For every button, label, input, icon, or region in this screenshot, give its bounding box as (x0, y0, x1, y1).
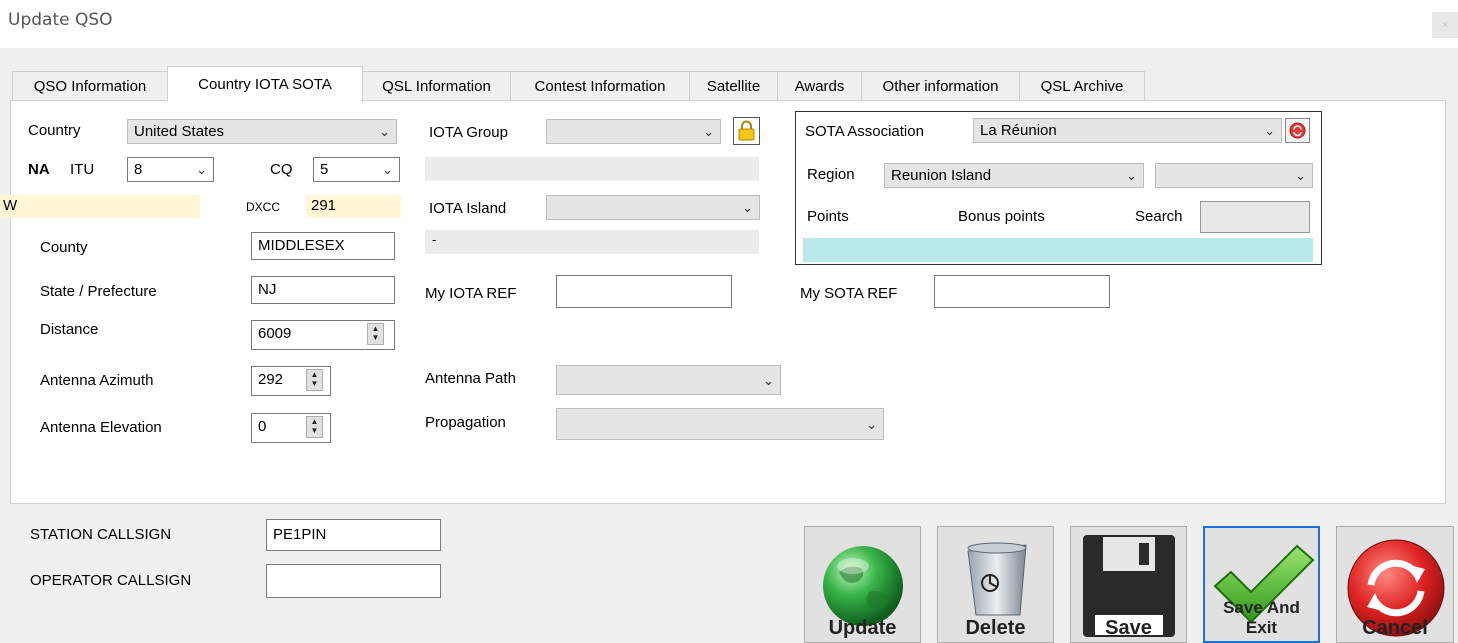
chevron-down-icon: ⌄ (866, 417, 877, 432)
prefix-value: W (3, 197, 18, 214)
elevation-value: 0 (258, 418, 267, 435)
chevron-down-icon: ⌄ (1295, 168, 1306, 183)
antenna-path-label: Antenna Path (425, 370, 516, 387)
my-iota-ref-input[interactable] (556, 275, 732, 308)
elevation-label: Antenna Elevation (40, 419, 162, 436)
close-button[interactable]: × (1432, 12, 1458, 38)
continent-value: NA (28, 161, 50, 178)
iota-island-select[interactable]: ⌄ (546, 195, 760, 220)
station-callsign-input[interactable]: PE1PIN (266, 519, 441, 551)
dxcc-value: 291 (311, 197, 337, 214)
tab-country-iota-sota[interactable]: Country IOTA SOTA (167, 66, 363, 102)
delete-button[interactable]: Delete (937, 526, 1054, 643)
azimuth-spin-buttons[interactable]: ▲ ▼ (306, 369, 323, 391)
azimuth-label: Antenna Azimuth (40, 372, 154, 389)
save-and-exit-label-line2: Exit (1245, 618, 1278, 637)
tab-qso-information[interactable]: QSO Information (12, 71, 168, 101)
dxcc-label: DXCC (246, 200, 281, 214)
distance-value: 6009 (258, 325, 292, 342)
sota-results-list[interactable] (803, 238, 1313, 262)
country-label: Country (28, 122, 81, 139)
sota-search-label: Search (1135, 208, 1183, 225)
iota-lock-button[interactable] (733, 117, 760, 145)
sota-points-label: Points (807, 208, 849, 225)
operator-callsign-label: OPERATOR CALLSIGN (30, 572, 192, 589)
update-button[interactable]: Update (804, 526, 921, 643)
sota-region-value: Reunion Island (891, 167, 992, 184)
recycle-bin-icon (967, 542, 1027, 616)
state-input[interactable]: NJ (251, 276, 395, 304)
county-label: County (40, 239, 88, 256)
distance-spin-buttons[interactable]: ▲ ▼ (367, 323, 384, 345)
tab-awards[interactable]: Awards (777, 71, 862, 101)
save-button-label: Save (1105, 617, 1152, 639)
iota-island-label: IOTA Island (429, 200, 507, 217)
cancel-button-label: Cancel (1362, 617, 1428, 639)
cancel-button[interactable]: Cancel (1336, 526, 1454, 643)
propagation-label: Propagation (425, 414, 506, 431)
iota-group-label: IOTA Group (429, 124, 508, 141)
prefix-field (0, 195, 200, 218)
chevron-down-icon: ⌄ (382, 162, 393, 177)
my-sota-ref-input[interactable] (934, 275, 1110, 308)
country-value: United States (134, 123, 225, 140)
red-clear-icon (1289, 122, 1306, 139)
my-iota-ref-label: My IOTA REF (425, 285, 517, 302)
tab-contest-information[interactable]: Contest Information (510, 71, 690, 101)
station-callsign-label: STATION CALLSIGN (30, 526, 172, 543)
country-select[interactable]: United States ⌄ (127, 119, 397, 144)
iota-group-select[interactable]: ⌄ (546, 119, 721, 144)
save-and-exit-label-line1: Save And (1223, 598, 1300, 617)
chevron-down-icon: ⌄ (763, 373, 774, 388)
state-label: State / Prefecture (40, 283, 157, 300)
padlock-icon (738, 120, 755, 141)
antenna-path-select[interactable]: ⌄ (556, 365, 781, 395)
chevron-down-icon: ⌄ (1264, 123, 1275, 138)
iota-group-description (425, 157, 759, 181)
elevation-spin-buttons[interactable]: ▲ ▼ (306, 416, 323, 438)
sota-bonus-points-label: Bonus points (958, 208, 1045, 225)
itu-select[interactable]: 8 ⌄ (127, 157, 214, 182)
cq-label: CQ (270, 161, 293, 178)
sota-search-input[interactable] (1200, 201, 1310, 233)
cq-value: 5 (320, 161, 329, 178)
window-title: Update QSO (8, 10, 113, 30)
sota-clear-button[interactable] (1285, 118, 1310, 143)
title-bar (0, 0, 1458, 48)
propagation-select[interactable]: ⌄ (556, 408, 884, 440)
sota-region-secondary-select[interactable]: ⌄ (1155, 163, 1313, 188)
county-input[interactable]: MIDDLESEX (251, 232, 395, 260)
my-sota-ref-label: My SOTA REF (800, 285, 898, 302)
chevron-down-icon: ⌄ (379, 124, 390, 139)
sota-association-value: La Réunion (980, 122, 1057, 139)
iota-island-description-field (425, 230, 759, 254)
save-button[interactable]: Save (1070, 526, 1187, 643)
sota-association-label: SOTA Association (805, 123, 924, 140)
tab-qsl-archive[interactable]: QSL Archive (1019, 71, 1145, 101)
sota-region-label: Region (807, 166, 855, 183)
chevron-down-icon: ⌄ (1126, 168, 1137, 183)
chevron-down-icon: ⌄ (196, 162, 207, 177)
iota-island-description: - (432, 232, 437, 247)
chevron-down-icon: ⌄ (703, 124, 714, 139)
operator-callsign-input[interactable] (266, 564, 441, 598)
sota-association-select[interactable]: La Réunion ⌄ (973, 118, 1282, 143)
distance-label: Distance (40, 321, 99, 338)
itu-value: 8 (134, 161, 143, 178)
itu-label: ITU (70, 161, 95, 178)
tab-qsl-information[interactable]: QSL Information (362, 71, 511, 101)
delete-button-label: Delete (965, 617, 1026, 639)
cq-select[interactable]: 5 ⌄ (313, 157, 400, 182)
update-button-label: Update (828, 617, 897, 639)
tab-other-information[interactable]: Other information (861, 71, 1020, 101)
tab-satellite[interactable]: Satellite (689, 71, 778, 101)
sota-region-select[interactable]: Reunion Island ⌄ (884, 163, 1144, 188)
azimuth-value: 292 (258, 371, 284, 388)
save-and-exit-button[interactable]: Save And Exit (1203, 526, 1320, 643)
chevron-down-icon: ⌄ (742, 200, 753, 215)
